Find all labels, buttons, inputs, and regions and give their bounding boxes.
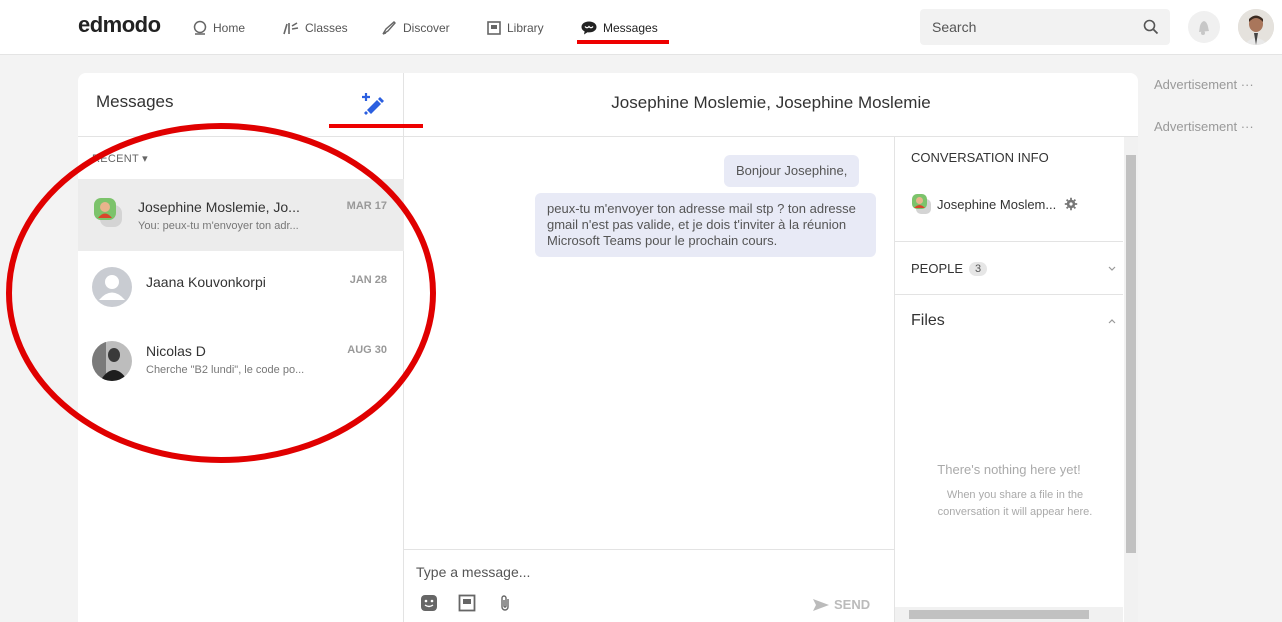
- nav-library[interactable]: Library: [486, 0, 544, 55]
- recent-filter-dropdown[interactable]: RECENT ▾: [92, 152, 148, 165]
- conversation-name: Josephine Moslemie, Jo...: [138, 199, 300, 215]
- info-vertical-scrollbar[interactable]: [1124, 137, 1138, 622]
- nav-discover[interactable]: Discover: [380, 0, 450, 55]
- conversation-info-title: CONVERSATION INFO: [911, 150, 1049, 165]
- conversation-list-pane: Messages RECENT ▾ Josephine Moslemie, Jo…: [78, 73, 423, 622]
- top-bar: edmodo Home Classes Discover Library Mes…: [0, 0, 1282, 55]
- edmodo-logo[interactable]: edmodo: [78, 12, 161, 38]
- nav-home-label: Home: [213, 20, 246, 35]
- home-icon: [193, 20, 207, 35]
- conversation-item[interactable]: Jaana Kouvonkorpi JAN 28: [78, 251, 404, 323]
- library-icon: [487, 20, 501, 35]
- ad-text: Advertisement: [1154, 119, 1238, 134]
- people-section-toggle[interactable]: PEOPLE 3: [911, 261, 988, 276]
- message-input[interactable]: [416, 564, 716, 580]
- messages-panel: Messages RECENT ▾ Josephine Moslemie, Jo…: [78, 73, 1138, 622]
- member-avatar: [912, 194, 931, 214]
- paperclip-icon[interactable]: [498, 594, 512, 612]
- advertisement-label: Advertisement ···: [1154, 77, 1254, 92]
- send-button[interactable]: SEND: [812, 597, 870, 612]
- nav-library-label: Library: [507, 20, 544, 35]
- more-options-icon[interactable]: ···: [1241, 77, 1254, 92]
- files-section-title: Files: [911, 312, 945, 329]
- discover-icon: [382, 20, 396, 35]
- classes-icon: [283, 21, 299, 34]
- divider: [895, 294, 1123, 295]
- messages-underline-annotation: [577, 40, 669, 44]
- search-box[interactable]: [920, 9, 1170, 45]
- member-name: Josephine Moslem...: [937, 196, 1057, 212]
- more-options-icon[interactable]: ···: [1241, 119, 1254, 134]
- emoji-icon[interactable]: [420, 594, 438, 612]
- search-input[interactable]: [920, 9, 1130, 45]
- chevron-up-icon[interactable]: [1107, 317, 1117, 325]
- conversation-snippet: You: peux-tu m'envoyer ton adr...: [138, 220, 299, 232]
- notifications-button[interactable]: [1188, 11, 1220, 43]
- conversation-date: MAR 17: [346, 200, 387, 212]
- message-bubble: peux-tu m'envoyer ton adresse mail stp ?…: [535, 193, 876, 257]
- conversation-date: AUG 30: [347, 344, 387, 356]
- nav-messages[interactable]: Messages: [580, 0, 658, 55]
- conversation-list-header: Messages: [78, 73, 423, 137]
- library-attach-icon[interactable]: [458, 594, 476, 612]
- nav-discover-label: Discover: [403, 20, 450, 35]
- avatar: [1238, 9, 1274, 45]
- scrollbar-thumb[interactable]: [909, 610, 1089, 619]
- nav-home[interactable]: Home: [192, 0, 245, 55]
- member-row[interactable]: Josephine Moslem...: [911, 193, 1078, 215]
- nav-messages-label: Messages: [603, 20, 658, 35]
- files-empty-body: When you share a file in the conversatio…: [937, 489, 1093, 518]
- nav-classes-label: Classes: [305, 20, 348, 35]
- people-label: PEOPLE: [911, 261, 964, 276]
- messages-title: Messages: [96, 92, 174, 111]
- divider: [895, 241, 1123, 242]
- people-count-badge: 3: [969, 261, 988, 276]
- avatar: [92, 341, 132, 381]
- nav-classes[interactable]: Classes: [282, 0, 348, 55]
- chevron-down-icon[interactable]: [1107, 265, 1117, 273]
- compose-message-icon[interactable]: [360, 91, 386, 117]
- recent-label: RECENT: [92, 153, 139, 165]
- conversation-item[interactable]: Nicolas D Cherche "B2 lundi", le code po…: [78, 323, 404, 395]
- info-horizontal-scrollbar[interactable]: [895, 607, 1123, 622]
- avatar-placeholder: [92, 267, 132, 307]
- conversation-item[interactable]: Josephine Moslemie, Jo... You: peux-tu m…: [78, 179, 404, 251]
- conversation-title: Josephine Moslemie, Josephine Moslemie: [611, 93, 931, 112]
- bell-icon: [1199, 21, 1209, 35]
- conversation-name: Nicolas D: [146, 343, 206, 359]
- send-icon: [813, 598, 829, 611]
- advertisement-label: Advertisement ···: [1154, 119, 1254, 134]
- messages-icon: [581, 21, 597, 34]
- gear-icon[interactable]: [1064, 197, 1078, 211]
- conversation-date: JAN 28: [349, 274, 387, 286]
- conversation-header: Josephine Moslemie, Josephine Moslemie: [404, 73, 1138, 137]
- search-icon[interactable]: [1143, 19, 1159, 35]
- message-composer: SEND: [404, 549, 894, 622]
- send-label: SEND: [834, 597, 871, 612]
- conversation-info-pane: CONVERSATION INFO Josephine Moslem... PE…: [894, 137, 1138, 622]
- files-empty-title: There's nothing here yet!: [937, 462, 1081, 477]
- conversation-snippet: Cherche "B2 lundi", le code po...: [146, 364, 305, 376]
- group-avatar: [92, 195, 126, 229]
- message-bubble: Bonjour Josephine,: [724, 155, 860, 187]
- ad-text: Advertisement: [1154, 77, 1238, 92]
- profile-avatar[interactable]: [1238, 9, 1274, 45]
- conversation-name: Jaana Kouvonkorpi: [146, 274, 266, 290]
- scrollbar-thumb[interactable]: [1126, 155, 1136, 553]
